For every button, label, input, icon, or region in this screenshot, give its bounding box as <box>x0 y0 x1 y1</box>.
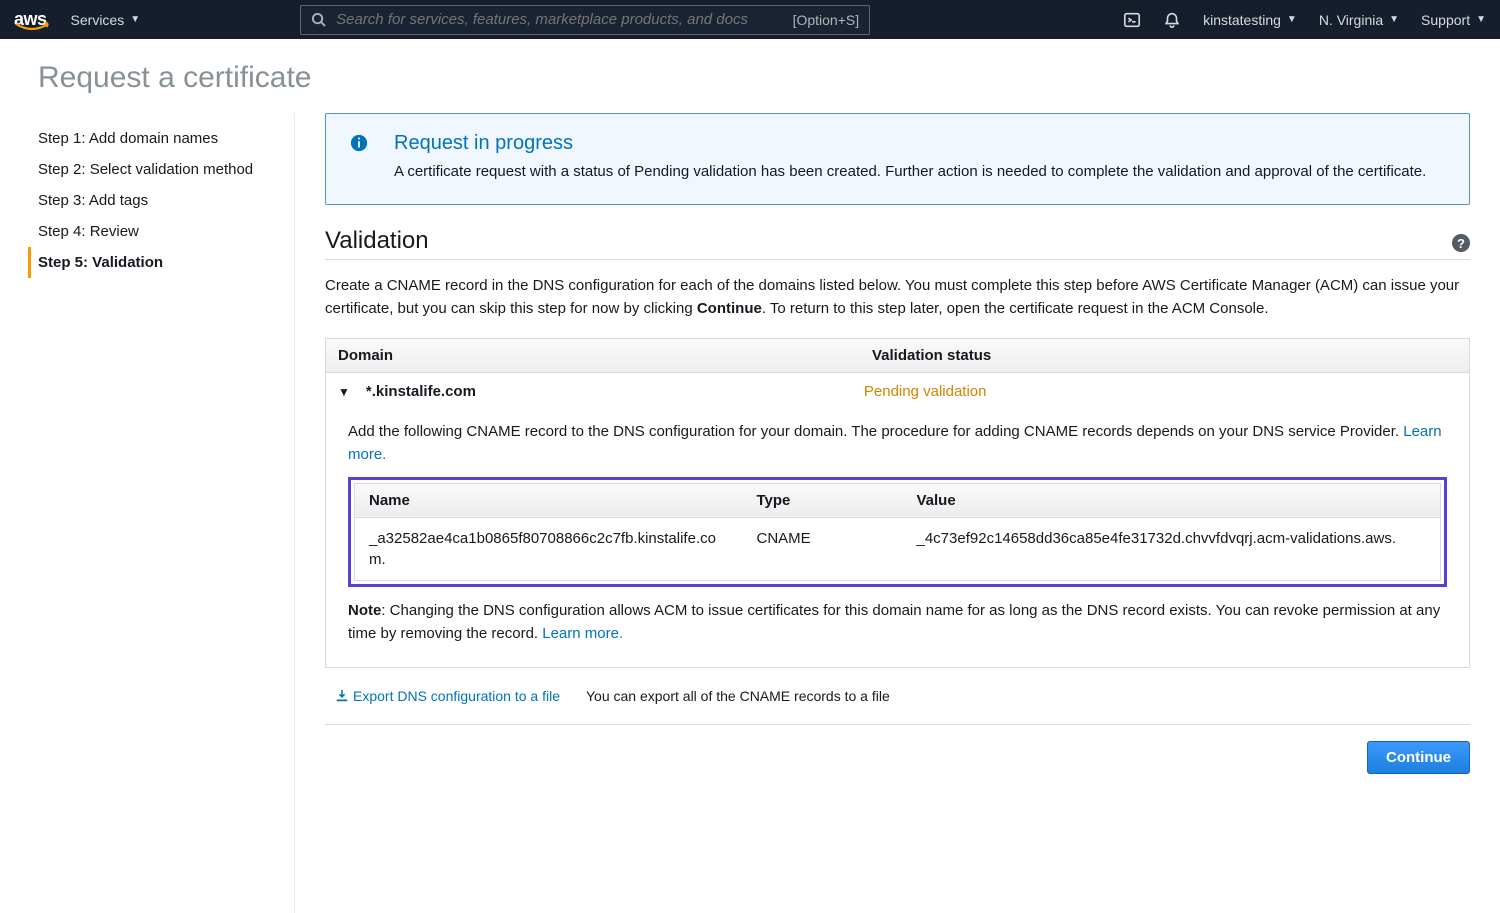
wizard-step-2[interactable]: Step 2: Select validation method <box>28 154 294 185</box>
account-menu[interactable]: kinstatesting▼ <box>1203 12 1297 28</box>
search-shortcut: [Option+S] <box>793 12 860 28</box>
validation-panel: Domain Validation status ▼ *.kinstalife.… <box>325 338 1470 668</box>
search-icon <box>311 12 326 27</box>
caret-down-icon: ▼ <box>130 14 140 25</box>
aws-logo[interactable]: aws <box>14 9 47 30</box>
domain-row: ▼ *.kinstalife.com Pending validation <box>326 373 1469 406</box>
validation-status: Pending validation <box>864 383 987 400</box>
services-label: Services <box>71 12 125 28</box>
section-header: Validation ? <box>325 227 1470 260</box>
alert-body: A certificate request with a status of P… <box>394 161 1426 184</box>
alert-title: Request in progress <box>394 132 1426 155</box>
wizard-step-3[interactable]: Step 3: Add tags <box>28 185 294 216</box>
col-name: Name <box>355 483 743 517</box>
action-row: Continue <box>325 741 1470 774</box>
caret-down-icon: ▼ <box>1389 14 1399 25</box>
col-type: Type <box>743 483 903 517</box>
export-row: Export DNS configuration to a file You c… <box>325 668 1470 714</box>
col-value: Value <box>903 483 1441 517</box>
services-menu[interactable]: Services ▼ <box>71 12 141 28</box>
validation-table-header: Domain Validation status <box>326 339 1469 373</box>
help-icon[interactable]: ? <box>1452 234 1470 252</box>
record-name: _a32582ae4ca1b0865f80708866c2c7fb.kinsta… <box>355 517 743 580</box>
col-domain: Domain <box>326 339 860 372</box>
top-nav: aws Services ▼ [Option+S] kinstatesting▼… <box>0 0 1500 39</box>
main-content: Request in progress A certificate reques… <box>295 113 1500 913</box>
page-title: Request a certificate <box>0 39 1500 113</box>
section-title: Validation <box>325 227 429 255</box>
global-search[interactable]: [Option+S] <box>300 5 870 35</box>
cloudshell-icon[interactable] <box>1123 11 1141 29</box>
notifications-icon[interactable] <box>1163 11 1181 29</box>
section-intro: Create a CNAME record in the DNS configu… <box>325 274 1470 321</box>
record-value: _4c73ef92c14658dd36ca85e4fe31732d.chvvfd… <box>903 517 1441 580</box>
info-alert: Request in progress A certificate reques… <box>325 113 1470 205</box>
divider <box>325 724 1470 725</box>
cname-instructions: Add the following CNAME record to the DN… <box>348 420 1447 467</box>
page: Request a certificate Step 1: Add domain… <box>0 39 1500 913</box>
download-icon <box>335 689 349 703</box>
continue-button[interactable]: Continue <box>1367 741 1470 774</box>
cname-record-table: Name Type Value _a32582ae4ca1b0865f80708… <box>354 483 1441 581</box>
caret-down-icon: ▼ <box>1476 14 1486 25</box>
export-hint: You can export all of the CNAME records … <box>586 688 890 704</box>
nav-right: kinstatesting▼ N. Virginia▼ Support▼ <box>1123 11 1486 29</box>
col-status: Validation status <box>860 339 1469 372</box>
wizard-step-5[interactable]: Step 5: Validation <box>28 247 294 278</box>
wizard-step-1[interactable]: Step 1: Add domain names <box>28 123 294 154</box>
support-menu[interactable]: Support▼ <box>1421 12 1486 28</box>
region-menu[interactable]: N. Virginia▼ <box>1319 12 1399 28</box>
expand-toggle-icon[interactable]: ▼ <box>338 385 350 399</box>
domain-name: *.kinstalife.com <box>366 383 864 400</box>
info-icon <box>350 132 368 184</box>
record-type: CNAME <box>743 517 903 580</box>
domain-detail: Add the following CNAME record to the DN… <box>326 406 1469 667</box>
wizard-step-4[interactable]: Step 4: Review <box>28 216 294 247</box>
caret-down-icon: ▼ <box>1287 14 1297 25</box>
learn-more-link-2[interactable]: Learn more. <box>542 625 623 642</box>
search-input[interactable] <box>336 11 782 28</box>
note: Note: Changing the DNS configuration all… <box>348 599 1447 646</box>
wizard-sidebar: Step 1: Add domain names Step 2: Select … <box>0 113 295 913</box>
cname-record-highlight: Name Type Value _a32582ae4ca1b0865f80708… <box>348 477 1447 587</box>
export-dns-link[interactable]: Export DNS configuration to a file <box>335 688 560 704</box>
table-row: _a32582ae4ca1b0865f80708866c2c7fb.kinsta… <box>355 517 1441 580</box>
